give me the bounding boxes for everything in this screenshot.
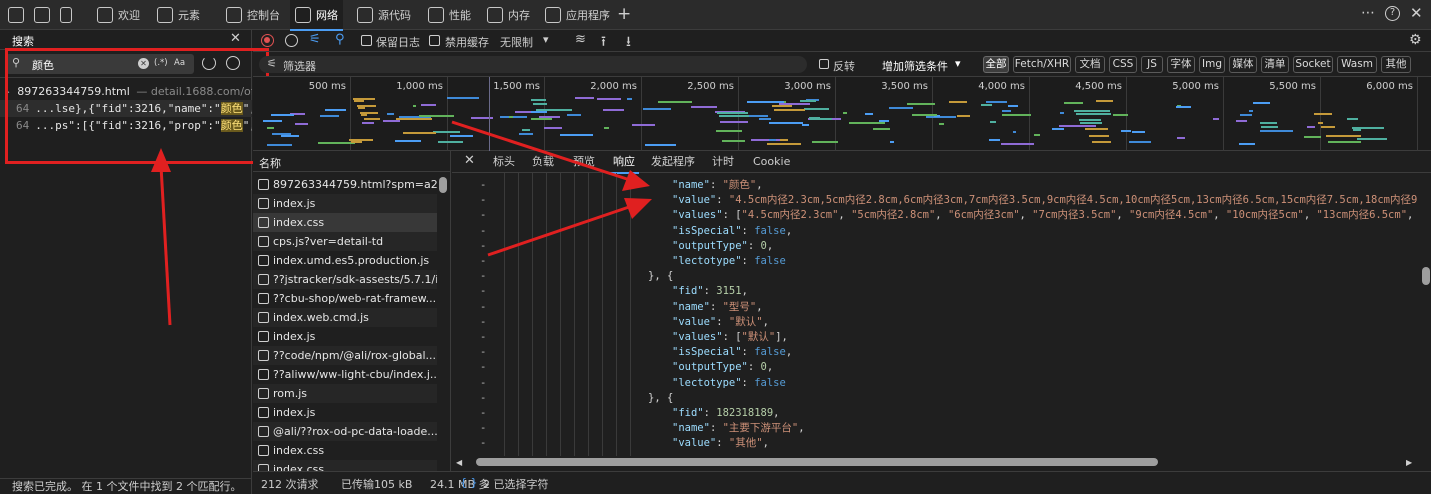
annotation-arrowhead-right-2 <box>624 198 652 219</box>
annotation-arrow-right-1 <box>451 120 631 182</box>
annotation-arrow-right-2 <box>487 204 633 257</box>
annotation-arrowhead-right-1 <box>622 170 650 191</box>
annotation-arrowhead-up <box>151 148 171 172</box>
annotation-arrow-up <box>159 165 172 326</box>
annotation-arrows <box>151 120 652 326</box>
